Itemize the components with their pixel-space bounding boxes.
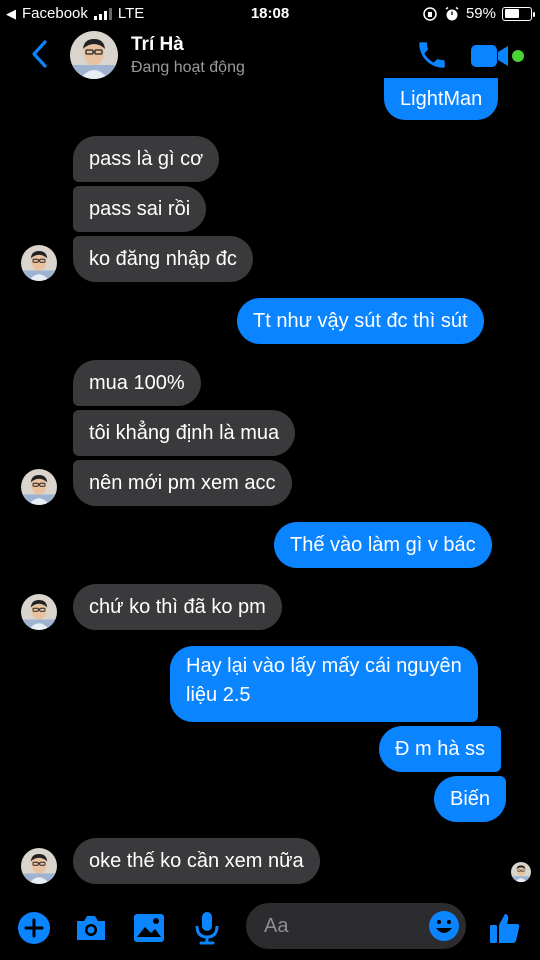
sender-avatar[interactable] — [21, 469, 57, 505]
message-bubble-outgoing[interactable]: Hay lại vào lấy mấy cái nguyên liệu 2.5 — [170, 646, 478, 722]
back-button[interactable] — [24, 36, 54, 72]
message-bubble-outgoing[interactable]: Tt như vậy sút đc thì sút — [237, 298, 484, 344]
message-bubble-incoming[interactable]: pass là gì cơ — [73, 136, 220, 182]
message-input[interactable] — [264, 903, 424, 949]
message-bubble-incoming[interactable]: oke thế ko cần xem nữa — [73, 838, 320, 884]
gallery-button[interactable] — [131, 910, 167, 946]
contact-avatar[interactable] — [70, 31, 118, 79]
like-button[interactable] — [487, 910, 523, 946]
voice-message-button[interactable] — [189, 910, 225, 946]
message-bubble-incoming[interactable]: chứ ko thì đã ko pm — [73, 584, 282, 630]
sender-avatar[interactable] — [21, 848, 57, 884]
message-line: liệu 2.5 — [186, 684, 251, 706]
image-icon — [134, 914, 164, 942]
read-receipt-avatar — [511, 862, 531, 882]
message-bubble-outgoing[interactable]: Đ m hà ss — [379, 726, 502, 772]
orientation-lock-icon — [423, 6, 437, 21]
message-line: Hay lại vào lấy mấy cái nguyên — [186, 655, 462, 677]
message-bubble-incoming[interactable]: tôi khẳng định là mua — [73, 410, 296, 456]
status-bar: ◀ Facebook LTE 18:08 59% — [0, 0, 540, 28]
message-bubble-incoming[interactable]: pass sai rồi — [73, 186, 207, 232]
video-call-button[interactable] — [470, 42, 510, 70]
message-bubble-incoming[interactable]: ko đăng nhập đc — [73, 236, 253, 282]
message-bubble-outgoing[interactable]: Biến — [434, 776, 507, 822]
contact-name[interactable]: Trí Hà — [131, 34, 184, 56]
thumbs-up-icon — [490, 914, 520, 943]
emoji-icon — [429, 911, 459, 941]
online-indicator — [512, 50, 524, 62]
message-bubble-incoming[interactable]: mua 100% — [73, 360, 201, 406]
plus-icon — [18, 912, 50, 944]
video-camera-icon — [471, 45, 508, 67]
more-actions-button[interactable] — [16, 910, 52, 946]
status-right: 59% — [422, 5, 535, 22]
voice-call-button[interactable] — [414, 38, 450, 72]
battery-percent: 59% — [465, 5, 496, 22]
message-bubble-incoming[interactable]: nên mới pm xem acc — [73, 460, 292, 506]
camera-button[interactable] — [73, 910, 109, 946]
message-bubble-outgoing[interactable]: Thế vào làm gì v bác — [274, 522, 492, 568]
camera-icon — [77, 916, 105, 940]
sender-avatar[interactable] — [21, 594, 57, 630]
sender-avatar[interactable] — [21, 245, 57, 281]
battery-icon — [502, 6, 535, 21]
emoji-button[interactable] — [428, 910, 460, 942]
contact-status: Đang hoạt động — [131, 59, 245, 76]
battery-fill — [504, 9, 520, 18]
message-bubble-outgoing[interactable]: LightMan — [384, 78, 499, 120]
phone-icon — [419, 42, 445, 68]
microphone-icon — [195, 912, 219, 945]
alarm-icon — [445, 6, 459, 20]
back-chevron-icon — [32, 40, 47, 68]
message-input-container[interactable] — [246, 903, 466, 949]
